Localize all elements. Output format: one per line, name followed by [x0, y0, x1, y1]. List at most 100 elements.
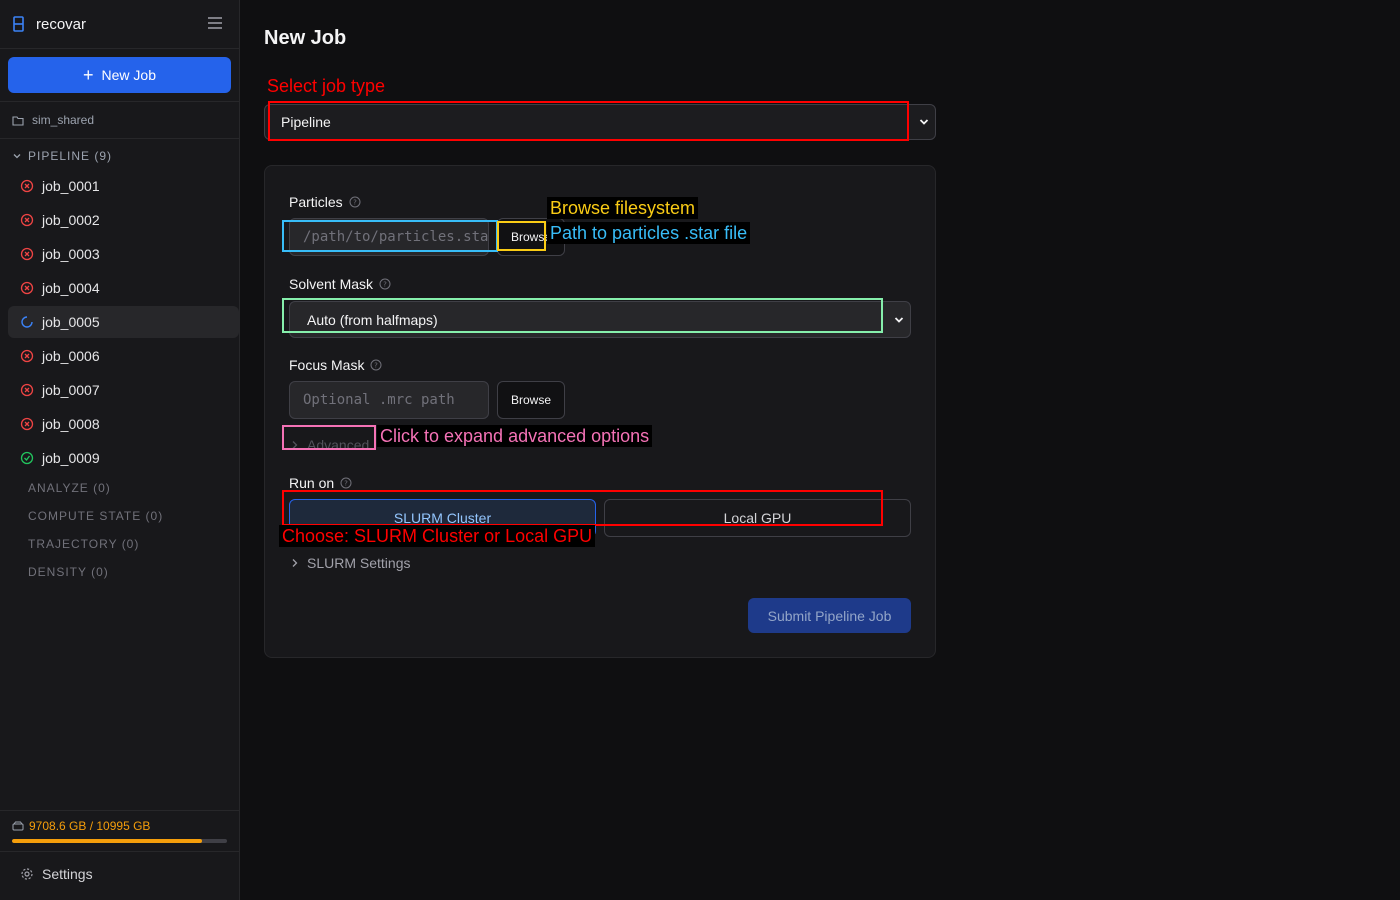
category-analyze[interactable]: ANALYZE (0)	[28, 481, 111, 495]
brand-name: recovar	[36, 15, 87, 33]
annotation-browse: Browse filesystem	[547, 197, 699, 219]
divider	[0, 101, 240, 102]
job-name: job_0007	[42, 382, 100, 398]
job-item-selected[interactable]: job_0005	[8, 306, 239, 338]
workspace-selector[interactable]: sim_shared	[12, 113, 94, 127]
new-job-label: New Job	[101, 67, 156, 83]
sidebar: recovar + New Job sim_shared PIPELINE (9…	[0, 0, 240, 900]
storage-progress-bar	[12, 839, 227, 843]
failed-status-icon	[20, 349, 34, 363]
category-compute-state[interactable]: COMPUTE STATE (0)	[28, 509, 163, 523]
focus-mask-placeholder: Optional .mrc path	[303, 392, 455, 408]
local-gpu-label: Local GPU	[723, 510, 792, 526]
local-gpu-option[interactable]: Local GPU	[604, 499, 911, 537]
help-icon[interactable]: ?	[370, 359, 382, 371]
advanced-label: Advanced	[307, 437, 370, 453]
focus-mask-label: Focus Mask ?	[289, 357, 382, 373]
job-type-value: Pipeline	[281, 114, 331, 130]
job-name: job_0009	[42, 450, 100, 466]
particles-input[interactable]: /path/to/particles.star	[289, 218, 489, 256]
storage-usage: 9708.6 GB / 10995 GB	[12, 819, 228, 843]
particles-label-text: Particles	[289, 194, 343, 210]
hard-drive-icon	[12, 821, 24, 831]
solvent-mask-label-text: Solvent Mask	[289, 276, 374, 292]
divider	[0, 810, 240, 811]
solvent-mask-select[interactable]: Auto (from halfmaps)	[289, 301, 911, 338]
menu-icon[interactable]	[207, 16, 223, 30]
failed-status-icon	[20, 247, 34, 261]
solvent-mask-label: Solvent Mask ?	[289, 276, 391, 292]
folder-icon	[12, 115, 24, 126]
failed-status-icon	[20, 179, 34, 193]
particles-placeholder: /path/to/particles.star	[303, 229, 489, 245]
job-item[interactable]: job_0009	[8, 442, 239, 474]
job-item[interactable]: job_0002	[8, 204, 239, 236]
help-icon[interactable]: ?	[349, 196, 361, 208]
pipeline-section-toggle[interactable]: PIPELINE (9)	[12, 149, 112, 163]
job-name: job_0003	[42, 246, 100, 262]
page-title: New Job	[264, 27, 347, 49]
job-type-select[interactable]: Pipeline	[264, 104, 936, 140]
job-item[interactable]: job_0004	[8, 272, 239, 304]
svg-text:?: ?	[344, 480, 348, 488]
focus-mask-label-text: Focus Mask	[289, 357, 365, 373]
slurm-cluster-label: SLURM Cluster	[393, 510, 492, 526]
chevron-right-icon	[292, 441, 298, 449]
job-list: job_0001 job_0002 job_0003 job_0004 job_…	[8, 170, 239, 476]
browse-label: Browse	[510, 230, 551, 244]
plus-icon: +	[83, 65, 94, 85]
particles-label: Particles ?	[289, 194, 361, 210]
pipeline-section-label: PIPELINE (9)	[28, 149, 113, 163]
settings-link[interactable]: Settings	[20, 866, 93, 882]
job-item[interactable]: job_0007	[8, 374, 239, 406]
chevron-down-icon	[13, 154, 21, 159]
failed-status-icon	[20, 213, 34, 227]
annotation-advanced: Click to expand advanced options	[377, 425, 653, 447]
slurm-settings-toggle[interactable]: SLURM Settings	[291, 555, 410, 571]
svg-text:?: ?	[383, 281, 387, 289]
logo-icon	[13, 16, 24, 32]
svg-text:?: ?	[375, 362, 379, 370]
job-item[interactable]: job_0008	[8, 408, 239, 440]
help-icon[interactable]: ?	[340, 477, 352, 489]
settings-label: Settings	[42, 866, 93, 882]
storage-label-row: 9708.6 GB / 10995 GB	[12, 819, 228, 833]
job-name: job_0001	[42, 178, 100, 194]
job-name: job_0002	[42, 212, 100, 228]
new-job-button[interactable]: + New Job	[8, 57, 231, 93]
help-icon[interactable]: ?	[379, 278, 391, 290]
divider	[0, 48, 240, 49]
gear-icon	[21, 868, 33, 880]
annotation-particles: Path to particles .star file	[547, 222, 751, 244]
job-item[interactable]: job_0006	[8, 340, 239, 372]
category-density[interactable]: DENSITY (0)	[28, 565, 109, 579]
annotation-run-on: Choose: SLURM Cluster or Local GPU	[279, 525, 596, 547]
storage-text: 9708.6 GB / 10995 GB	[29, 819, 151, 833]
annotation-job-type: Select job type	[267, 76, 386, 96]
divider	[0, 851, 240, 852]
job-name: job_0006	[42, 348, 100, 364]
focus-mask-input[interactable]: Optional .mrc path	[289, 381, 489, 419]
failed-status-icon	[20, 417, 34, 431]
slurm-settings-label: SLURM Settings	[307, 555, 411, 571]
chevron-down-icon	[894, 316, 904, 323]
job-item[interactable]: job_0003	[8, 238, 239, 270]
chevron-right-icon	[292, 559, 298, 567]
job-item[interactable]: job_0001	[8, 170, 239, 202]
divider	[0, 138, 240, 139]
chevron-down-icon	[919, 119, 929, 125]
job-name: job_0005	[42, 314, 100, 330]
focus-mask-browse-button[interactable]: Browse	[497, 381, 565, 419]
running-spinner-icon	[21, 316, 33, 328]
completed-status-icon	[20, 451, 34, 465]
brand: recovar	[12, 14, 86, 34]
solvent-mask-value: Auto (from halfmaps)	[307, 311, 438, 328]
run-on-label: Run on ?	[289, 475, 352, 491]
job-name: job_0004	[42, 280, 100, 296]
submit-label: Submit Pipeline Job	[767, 607, 892, 624]
submit-pipeline-job-button[interactable]: Submit Pipeline Job	[748, 598, 911, 633]
category-trajectory[interactable]: TRAJECTORY (0)	[28, 537, 139, 551]
workspace-name: sim_shared	[32, 113, 95, 127]
advanced-toggle[interactable]: Advanced	[291, 437, 369, 453]
storage-progress-fill	[12, 839, 202, 843]
